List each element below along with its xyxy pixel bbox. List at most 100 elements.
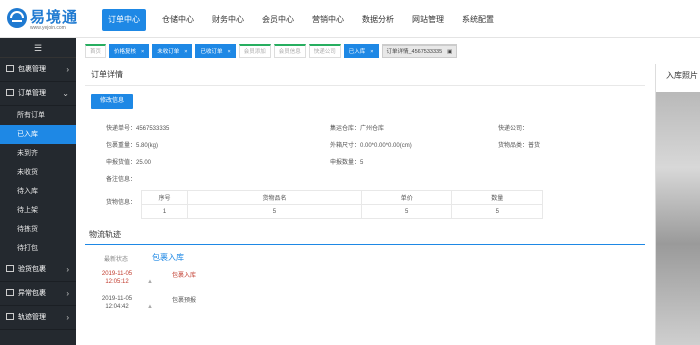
exception-icon: [6, 289, 14, 296]
chevron-right-icon: ›: [66, 265, 69, 274]
column-header: 货物品名: [187, 190, 362, 205]
column-header: 单价: [360, 190, 453, 205]
tab-order-detail[interactable]: 订单详情_4567533335 ▣: [381, 44, 458, 58]
sidebar-item-all-orders[interactable]: 所有订单: [0, 106, 76, 125]
event-status: 包裹入库: [172, 273, 197, 279]
box-size: 外箱尺寸：0.00*0.00*0.00(cm): [330, 143, 412, 149]
sidebar-item-pending-pick[interactable]: 待拣货: [0, 220, 76, 239]
event-date: 2019-11-05: [101, 296, 133, 302]
table-cell: 5: [360, 204, 453, 219]
logistics-event: 2019-11-05 12:04:42: [92, 295, 142, 311]
timeline-marker-icon: ▲: [147, 304, 153, 310]
sidebar-group-label: 订单管理: [18, 90, 46, 97]
top-nav: 订单中心 仓储中心 财务中心 会员中心 营销中心 数据分析 网站管理 系统配置: [102, 9, 510, 31]
tab-stored[interactable]: 已入库 ×: [343, 44, 379, 58]
chevron-right-icon: ›: [66, 313, 69, 322]
logo[interactable]: 易境通 www.yejoin.com: [6, 5, 79, 33]
sidebar-group-label: 异常包裹: [18, 290, 46, 297]
table-header-row: 序号 货物品名 单价 数量: [141, 190, 543, 205]
table-cell: 5: [451, 204, 543, 219]
package-weight: 包裹重量：5.80(kg): [106, 143, 159, 149]
sidebar-item-incomplete[interactable]: 未到齐: [0, 144, 76, 163]
page-title: 订单详情: [85, 64, 645, 86]
tab-price-review[interactable]: 价格复核 ×: [109, 44, 150, 58]
event-date: 2019-11-05: [101, 271, 133, 277]
edit-info-button[interactable]: 修改信息: [91, 94, 133, 109]
declared-quantity: 申报数量：5: [330, 160, 364, 166]
declared-value: 申报货值：25.00: [106, 160, 152, 166]
tab-unreceived-orders[interactable]: 未收订单 ×: [152, 44, 193, 58]
sidebar-group-inspection[interactable]: 验货包裹 ›: [0, 258, 76, 282]
logistics-title: 物流轨迹: [89, 230, 121, 239]
event-time: 12:04:42: [105, 304, 129, 310]
sidebar-toggle-icon[interactable]: ☰: [0, 38, 76, 58]
sidebar-group-track[interactable]: 轨迹管理 ›: [0, 306, 76, 330]
chevron-right-icon: ›: [66, 289, 69, 298]
sidebar-group-label: 轨迹管理: [18, 314, 46, 321]
column-header: 数量: [451, 190, 543, 205]
sidebar-group-label: 验货包裹: [18, 266, 46, 273]
table-cell: 1: [141, 204, 188, 219]
latest-status-label: 最新状态: [104, 257, 129, 263]
sidebar-group-exception[interactable]: 异常包裹 ›: [0, 282, 76, 306]
close-icon[interactable]: ×: [141, 49, 144, 55]
tab-home[interactable]: 首页: [85, 44, 107, 58]
logo-url: www.yejoin.com: [30, 25, 66, 31]
goods-table: 序号 货物品名 单价 数量 1 5 5 5: [141, 190, 543, 219]
topnav-data-analysis[interactable]: 数据分析: [360, 9, 396, 31]
sidebar-group-package[interactable]: 包裹管理 ›: [0, 58, 76, 82]
topnav-marketing-center[interactable]: 营销中心: [310, 9, 346, 31]
close-icon[interactable]: ×: [184, 49, 187, 55]
courier-company: 快递公司：: [498, 126, 529, 132]
chevron-down-icon: ⌄: [62, 89, 69, 98]
remark: 备注信息：: [106, 177, 137, 183]
close-icon[interactable]: ×: [228, 49, 231, 55]
inspection-icon: [6, 265, 14, 272]
latest-status-value: 包裹入库: [152, 253, 184, 262]
tab-received-orders[interactable]: 已收订单 ×: [195, 44, 236, 58]
top-header: 易境通 www.yejoin.com 订单中心 仓储中心 财务中心 会员中心 营…: [0, 0, 700, 38]
table-cell: 5: [187, 204, 362, 219]
topnav-finance-center[interactable]: 财务中心: [210, 9, 246, 31]
goods-info-label: 货物信息：: [106, 200, 137, 206]
tab-courier[interactable]: 快递公司: [308, 44, 341, 58]
close-icon[interactable]: ▣: [447, 49, 452, 55]
sidebar-group-order[interactable]: 订单管理 ⌄: [0, 82, 76, 106]
track-icon: [6, 313, 14, 320]
stock-photo-panel: 入库照片: [655, 64, 700, 345]
tab-member-info[interactable]: 会员信息: [273, 44, 306, 58]
tab-bar: 首页 价格复核 × 未收订单 × 已收订单 × 会员添加 会员信息 快递公司 已入库 ×…: [85, 44, 700, 60]
sidebar-item-pending-shelf[interactable]: 待上架: [0, 201, 76, 220]
sidebar-item-stored[interactable]: 已入库: [0, 125, 76, 144]
stock-photo-image[interactable]: [656, 92, 700, 345]
logo-name: 易境通: [30, 9, 79, 26]
close-icon[interactable]: ×: [370, 49, 373, 55]
order-icon: [6, 89, 14, 96]
column-header: 序号: [141, 190, 188, 205]
order-detail-panel: 订单详情 修改信息 快递单号：4567533335 集运仓库：广州仓库 快递公司…: [85, 64, 645, 345]
warehouse: 集运仓库：广州仓库: [330, 126, 385, 132]
divider: [85, 244, 645, 245]
sidebar-item-pending-stock[interactable]: 待入库: [0, 182, 76, 201]
topnav-member-center[interactable]: 会员中心: [260, 9, 296, 31]
tab-member-add[interactable]: 会员添加: [238, 44, 271, 58]
stock-photo-title: 入库照片: [666, 71, 698, 80]
event-status: 包裹预报: [172, 298, 197, 304]
event-time: 12:05:12: [105, 279, 129, 285]
logo-icon: [7, 8, 27, 28]
goods-type: 货物品类：普货: [498, 143, 541, 149]
logistics-event: 2019-11-05 12:05:12: [92, 270, 142, 286]
tracking-number: 快递单号：4567533335: [106, 126, 170, 132]
sidebar-item-not-received[interactable]: 未收货: [0, 163, 76, 182]
topnav-warehouse-center[interactable]: 仓储中心: [160, 9, 196, 31]
topnav-system-config[interactable]: 系统配置: [460, 9, 496, 31]
sidebar-item-pending-pack[interactable]: 待打包: [0, 239, 76, 258]
chevron-right-icon: ›: [66, 65, 69, 74]
table-row: 1 5 5 5: [141, 204, 543, 219]
sidebar-group-label: 包裹管理: [18, 66, 46, 73]
topnav-order-center[interactable]: 订单中心: [102, 9, 146, 31]
package-icon: [6, 65, 14, 72]
topnav-site-management[interactable]: 网站管理: [410, 9, 446, 31]
sidebar: ☰ 包裹管理 › 订单管理 ⌄ 所有订单 已入库 未到齐 未收货 待入库 待上架…: [0, 38, 76, 345]
timeline-marker-icon: ▲: [147, 279, 153, 285]
